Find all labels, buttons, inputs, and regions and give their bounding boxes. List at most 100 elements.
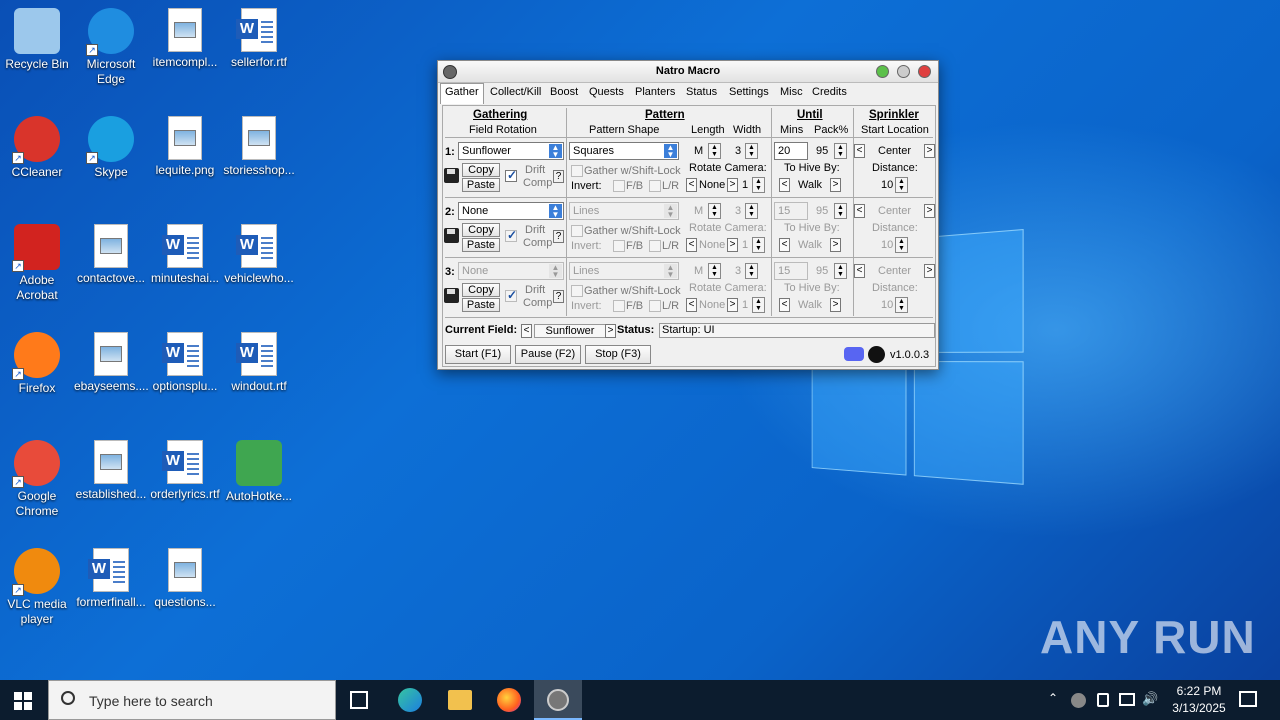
desktop-icon[interactable]: Wsellerfor.rtf	[222, 4, 296, 70]
invert-lr-checkbox[interactable]	[649, 300, 661, 312]
desktop-icon[interactable]: ↗ Skype	[74, 112, 148, 180]
rotate-prev-button[interactable]: <	[686, 238, 697, 252]
sprinkler-prev-button[interactable]: <	[854, 204, 865, 218]
rotate-next-button[interactable]: >	[727, 238, 738, 252]
desktop-icon[interactable]: ↗ Google Chrome	[0, 436, 74, 519]
show-hidden-icons-chevron-icon[interactable]: ⌃	[1048, 691, 1058, 705]
until-mins-input[interactable]: 15	[774, 262, 808, 280]
drift-comp-checkbox[interactable]	[505, 228, 517, 242]
sprinkler-prev-button[interactable]: <	[854, 144, 865, 158]
current-field-prev-button[interactable]: <	[521, 324, 532, 338]
title-bar[interactable]: Natro Macro	[438, 61, 938, 83]
desktop-icon[interactable]: Worderlyrics.rtf	[148, 436, 222, 502]
desktop-icon[interactable]: ↗ Firefox	[0, 328, 74, 396]
natro-macro-window[interactable]: Natro Macro Gather Collect/Kill Boost Qu…	[437, 60, 939, 370]
start-button[interactable]: Start (F1)	[445, 345, 511, 364]
device-tray-icon[interactable]	[1097, 693, 1109, 707]
tab-settings[interactable]: Settings	[725, 86, 773, 98]
help-button[interactable]: ?	[553, 170, 564, 183]
pack-spinner[interactable]: ▲ ▼	[834, 143, 847, 159]
tab-credits[interactable]: Credits	[808, 86, 851, 98]
maximize-button[interactable]	[876, 65, 889, 78]
natro-tray-icon[interactable]	[1071, 693, 1086, 708]
pack-spinner[interactable]: ▲ ▼	[834, 263, 847, 279]
until-mins-input[interactable]: 20	[774, 142, 808, 160]
copy-button[interactable]: Copy	[462, 223, 500, 237]
rotate-amount-spinner[interactable]: ▲ ▼	[752, 237, 765, 253]
paste-button[interactable]: Paste	[462, 298, 500, 312]
firefox-taskbar-icon[interactable]	[497, 688, 521, 712]
length-spinner[interactable]: ▲ ▼	[708, 263, 721, 279]
desktop-icon[interactable]: ebayseems....	[74, 328, 149, 394]
rotate-prev-button[interactable]: <	[686, 178, 697, 192]
start-button-windows-icon[interactable]	[14, 692, 32, 710]
sprinkler-prev-button[interactable]: <	[854, 264, 865, 278]
github-icon[interactable]	[868, 346, 885, 363]
hive-method-next-button[interactable]: >	[830, 178, 841, 192]
distance-spinner[interactable]: ▲ ▼	[895, 177, 908, 193]
invert-fb-checkbox[interactable]	[613, 300, 625, 312]
paste-button[interactable]: Paste	[462, 238, 500, 252]
current-field-next-button[interactable]: >	[605, 324, 616, 338]
desktop-icon[interactable]: contactove...	[74, 220, 148, 286]
desktop-icon[interactable]: Woptionsplu...	[148, 328, 222, 394]
rotate-next-button[interactable]: >	[727, 298, 738, 312]
width-spinner[interactable]: ▲ ▼	[745, 203, 758, 219]
width-spinner[interactable]: ▲ ▼	[745, 143, 758, 159]
tab-planters[interactable]: Planters	[631, 86, 679, 98]
rotate-prev-button[interactable]: <	[686, 298, 697, 312]
tab-boost[interactable]: Boost	[546, 86, 582, 98]
field-select[interactable]: Sunflower ▲ ▼	[458, 142, 564, 160]
desktop-icon[interactable]: Wwindout.rtf	[222, 328, 296, 394]
discord-icon[interactable]	[844, 347, 864, 361]
copy-button[interactable]: Copy	[462, 163, 500, 177]
pause-button[interactable]: Pause (F2)	[515, 345, 581, 364]
natro-macro-taskbar-item[interactable]	[534, 680, 582, 720]
invert-fb-checkbox[interactable]	[613, 180, 625, 192]
file-explorer-icon[interactable]	[448, 690, 472, 710]
help-button[interactable]: ?	[553, 290, 564, 303]
gather-shift-lock-checkbox[interactable]	[571, 225, 583, 237]
tab-quests[interactable]: Quests	[585, 86, 628, 98]
gather-shift-lock-checkbox[interactable]	[571, 165, 583, 177]
copy-button[interactable]: Copy	[462, 283, 500, 297]
field-select[interactable]: None ▲ ▼	[458, 202, 564, 220]
task-view-icon[interactable]	[350, 691, 368, 709]
distance-spinner[interactable]: ▲ ▼	[895, 297, 908, 313]
save-floppy-icon[interactable]	[444, 168, 459, 183]
rotate-next-button[interactable]: >	[727, 178, 738, 192]
desktop-icon[interactable]: questions...	[148, 544, 222, 610]
network-icon[interactable]	[1119, 693, 1135, 706]
rotate-amount-spinner[interactable]: ▲ ▼	[752, 297, 765, 313]
notification-icon[interactable]	[1239, 691, 1257, 707]
desktop-icon[interactable]: ↗ Adobe Acrobat	[0, 220, 74, 303]
desktop-icon[interactable]: Wformerfinall...	[74, 544, 148, 610]
hive-method-next-button[interactable]: >	[830, 298, 841, 312]
invert-lr-checkbox[interactable]	[649, 240, 661, 252]
distance-spinner[interactable]: ▲ ▼	[895, 237, 908, 253]
desktop-icon[interactable]: itemcompl...	[148, 4, 222, 70]
width-spinner[interactable]: ▲ ▼	[745, 263, 758, 279]
save-floppy-icon[interactable]	[444, 228, 459, 243]
length-spinner[interactable]: ▲ ▼	[708, 203, 721, 219]
taskbar-search-box[interactable]: Type here to search	[48, 680, 336, 720]
sprinkler-next-button[interactable]: >	[924, 264, 935, 278]
desktop-icon[interactable]: ↗ Microsoft Edge	[74, 4, 148, 87]
desktop-icon[interactable]: Recycle Bin	[0, 4, 74, 72]
desktop-icon[interactable]: established...	[74, 436, 148, 502]
minimize-button[interactable]	[897, 65, 910, 78]
drift-comp-checkbox[interactable]	[505, 168, 517, 182]
hive-method-next-button[interactable]: >	[830, 238, 841, 252]
stop-button[interactable]: Stop (F3)	[585, 345, 651, 364]
tab-misc[interactable]: Misc	[776, 86, 807, 98]
clock-time[interactable]: 6:22 PM	[1164, 684, 1234, 698]
desktop-icon[interactable]: ↗ VLC media player	[0, 544, 74, 627]
rotate-amount-spinner[interactable]: ▲ ▼	[752, 177, 765, 193]
desktop-icon[interactable]: AutoHotke...	[222, 436, 296, 504]
gather-shift-lock-checkbox[interactable]	[571, 285, 583, 297]
hive-method-prev-button[interactable]: <	[779, 178, 790, 192]
sprinkler-next-button[interactable]: >	[924, 204, 935, 218]
desktop-icon[interactable]: Wminuteshai...	[148, 220, 222, 286]
pack-spinner[interactable]: ▲ ▼	[834, 203, 847, 219]
desktop-icon[interactable]: storiesshop...	[222, 112, 296, 178]
